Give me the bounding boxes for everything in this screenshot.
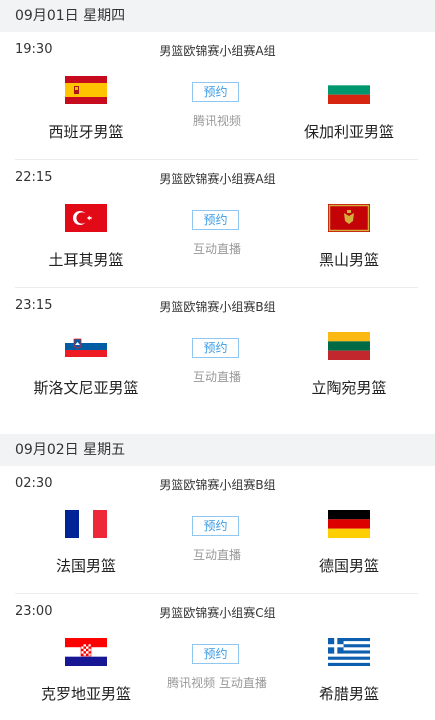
bulgaria-flag-icon	[328, 76, 370, 104]
date-header: 09月02日 星期五	[0, 434, 435, 466]
away-team-name[interactable]: 立陶宛男篮	[279, 378, 419, 398]
match-league: 男篮欧锦赛小组赛C组	[159, 606, 276, 620]
away-team-name[interactable]: 保加利亚男篮	[279, 122, 419, 142]
croatia-flag-icon	[65, 638, 107, 666]
match-card[interactable]: 23:15 男篮欧锦赛小组赛B组 斯洛文尼亚男篮 预约 互动直播 立陶宛男篮	[0, 288, 435, 434]
match-card[interactable]: 23:00 男篮欧锦赛小组赛C组 克罗地亚男篮 预约 腾讯视频 互动直播 希腊男…	[0, 594, 435, 720]
turkey-flag-icon	[65, 204, 107, 232]
match-league: 男篮欧锦赛小组赛B组	[159, 478, 276, 492]
match-card[interactable]: 22:15 男篮欧锦赛小组赛A组 土耳其男篮 预约 互动直播 黑山男篮	[0, 160, 435, 288]
montenegro-flag-icon	[328, 204, 370, 232]
date-header: 09月01日 星期四	[0, 0, 435, 32]
germany-flag-icon	[328, 510, 370, 538]
away-team-name[interactable]: 德国男篮	[279, 556, 419, 576]
reserve-button[interactable]: 预约	[192, 644, 239, 664]
match-card[interactable]: 19:30 男篮欧锦赛小组赛A组 西班牙男篮 预约 腾讯视频 保加利亚男篮	[0, 32, 435, 160]
match-league: 男篮欧锦赛小组赛A组	[159, 44, 276, 58]
slovenia-flag-icon	[65, 336, 107, 357]
reserve-button[interactable]: 预约	[192, 338, 239, 358]
reserve-button[interactable]: 预约	[192, 210, 239, 230]
reserve-button[interactable]: 预约	[192, 82, 239, 102]
match-league: 男篮欧锦赛小组赛A组	[159, 172, 276, 186]
match-card[interactable]: 02:30 男篮欧锦赛小组赛B组 法国男篮 预约 互动直播 德国男篮	[0, 466, 435, 594]
greece-flag-icon	[328, 638, 370, 666]
away-team-name[interactable]: 黑山男篮	[279, 250, 419, 270]
away-team-name[interactable]: 希腊男篮	[279, 684, 419, 704]
lithuania-flag-icon	[328, 332, 370, 360]
match-league: 男篮欧锦赛小组赛B组	[159, 300, 276, 314]
spain-flag-icon	[65, 76, 107, 104]
france-flag-icon	[65, 510, 107, 538]
reserve-button[interactable]: 预约	[192, 516, 239, 536]
